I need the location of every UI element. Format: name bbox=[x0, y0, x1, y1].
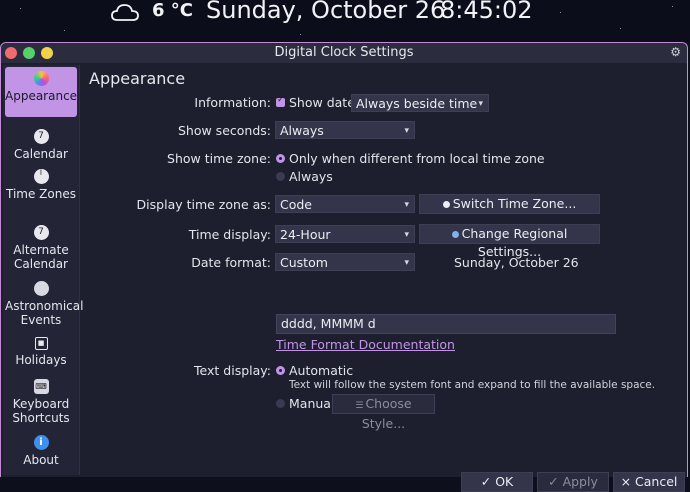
information-label: Information: bbox=[194, 95, 271, 110]
sidebar-item-label: About bbox=[23, 453, 59, 467]
settings-window: Digital Clock Settings ⚙ Appearance 7 Ca… bbox=[0, 42, 688, 492]
star bbox=[64, 30, 65, 31]
sidebar-item-time-zones[interactable]: ╵ Time Zones bbox=[5, 169, 77, 201]
temperature: 6 °C bbox=[152, 0, 194, 21]
ok-button[interactable]: ✓ OK bbox=[461, 472, 533, 492]
show-time-zone-label: Show time zone: bbox=[167, 151, 271, 166]
desktop-time: 8:45:02 bbox=[440, 0, 533, 24]
sidebar-item-label: Calendar bbox=[14, 147, 68, 161]
date-format-input[interactable]: dddd, MMMM d bbox=[276, 314, 616, 334]
time-display-value: 24-Hour bbox=[280, 227, 331, 242]
chevron-down-icon: ▾ bbox=[404, 230, 409, 240]
time-format-documentation-link[interactable]: Time Format Documentation bbox=[276, 337, 455, 352]
sidebar-item-calendar[interactable]: 7 Calendar bbox=[5, 129, 77, 161]
time-zone-different-label: Only when different from local time zone bbox=[289, 151, 545, 166]
style-icon: ☰ bbox=[355, 401, 364, 411]
regional-settings-icon bbox=[451, 231, 459, 238]
star bbox=[620, 28, 621, 29]
time-zone-always-label: Always bbox=[289, 169, 333, 184]
star bbox=[20, 8, 21, 9]
star bbox=[560, 12, 561, 13]
globe-icon bbox=[442, 201, 450, 208]
time-zone-different-radio[interactable] bbox=[276, 154, 285, 163]
window-title: Digital Clock Settings bbox=[274, 45, 414, 60]
date-position-value: Always beside time bbox=[356, 96, 478, 111]
sidebar-item-label: Astronomical Events bbox=[5, 299, 84, 327]
chevron-down-icon: ▾ bbox=[478, 99, 483, 109]
sidebar-item-label: Keyboard Shortcuts bbox=[12, 397, 70, 425]
text-display-automatic-radio[interactable] bbox=[276, 366, 285, 375]
calendar-icon: 7 bbox=[33, 129, 49, 144]
text-display-label: Text display: bbox=[194, 363, 271, 378]
text-display-automatic-label: Automatic bbox=[289, 363, 354, 378]
cancel-button[interactable]: × Cancel bbox=[613, 472, 685, 492]
appearance-icon bbox=[33, 71, 49, 86]
chevron-down-icon: ▾ bbox=[404, 200, 409, 210]
desktop-date: Sunday, October 26 bbox=[206, 0, 446, 24]
sidebar-item-label: Alternate Calendar bbox=[13, 243, 69, 271]
chevron-down-icon: ▾ bbox=[404, 258, 409, 268]
date-position-select[interactable]: Always beside time ▾ bbox=[351, 94, 489, 112]
switch-time-zone-label: Switch Time Zone... bbox=[452, 196, 577, 211]
page-title: Appearance bbox=[89, 69, 186, 88]
apply-label: ✓ Apply bbox=[548, 474, 598, 489]
time-zone-format-value: Code bbox=[280, 197, 313, 212]
gear-icon[interactable]: ⚙ bbox=[670, 45, 681, 59]
date-format-string: dddd, MMMM d bbox=[281, 316, 376, 331]
keyboard-icon: ⌨ bbox=[33, 379, 49, 394]
cancel-label: × Cancel bbox=[620, 474, 678, 489]
date-format-select[interactable]: Custom ▾ bbox=[275, 253, 415, 271]
text-display-manual-label: Manual bbox=[289, 396, 335, 411]
sidebar-item-astronomical-events[interactable]: Astronomical Events bbox=[5, 281, 83, 327]
info-icon: i bbox=[33, 435, 49, 450]
date-format-preview: Sunday, October 26 bbox=[454, 255, 579, 270]
show-date-checkbox[interactable] bbox=[276, 95, 285, 107]
calendar-icon: 7 bbox=[33, 225, 49, 240]
choose-style-label: Choose Style... bbox=[361, 396, 412, 431]
holidays-icon: ■ bbox=[34, 337, 48, 350]
text-display-manual-radio[interactable] bbox=[276, 399, 285, 408]
choose-style-button[interactable]: ☰ Choose Style... bbox=[332, 394, 435, 431]
show-seconds-label: Show seconds: bbox=[177, 123, 271, 138]
change-regional-settings-button[interactable]: Change Regional Settings... bbox=[419, 224, 600, 259]
apply-button[interactable]: ✓ Apply bbox=[537, 472, 609, 492]
sidebar-item-label: Holidays bbox=[15, 353, 67, 367]
ok-label: ✓ OK bbox=[480, 474, 514, 489]
star bbox=[672, 6, 673, 7]
time-display-label: Time display: bbox=[188, 227, 271, 242]
clock-icon: ╵ bbox=[33, 169, 49, 184]
sidebar-item-alternate-calendar[interactable]: 7 Alternate Calendar bbox=[5, 225, 77, 271]
show-seconds-value: Always bbox=[280, 123, 324, 138]
time-display-select[interactable]: 24-Hour ▾ bbox=[275, 225, 415, 243]
sidebar-item-about[interactable]: i About bbox=[5, 435, 77, 467]
sidebar-item-label: Appearance bbox=[5, 89, 78, 103]
show-seconds-select[interactable]: Always ▾ bbox=[275, 121, 415, 139]
title-bar[interactable]: Digital Clock Settings ⚙ bbox=[1, 43, 687, 63]
switch-time-zone-button[interactable]: Switch Time Zone... bbox=[419, 194, 600, 214]
automatic-hint: Text will follow the system font and exp… bbox=[289, 379, 656, 391]
date-format-label: Date format: bbox=[191, 255, 271, 270]
sidebar-item-appearance[interactable]: Appearance bbox=[5, 67, 77, 117]
star bbox=[300, 34, 301, 35]
moon-icon bbox=[33, 281, 49, 296]
settings-sidebar: Appearance 7 Calendar ╵ Time Zones 7 Alt… bbox=[3, 65, 83, 475]
show-date-label: Show date bbox=[289, 95, 355, 110]
chevron-down-icon: ▾ bbox=[404, 126, 409, 136]
display-time-zone-label: Display time zone as: bbox=[136, 197, 271, 212]
desktop-clock-bar: 6 °C Sunday, October 26 8:45:02 bbox=[0, 0, 690, 42]
sidebar-item-keyboard-shortcuts[interactable]: ⌨ Keyboard Shortcuts bbox=[5, 379, 77, 425]
date-format-value: Custom bbox=[280, 255, 328, 270]
sidebar-item-label: Time Zones bbox=[6, 187, 76, 201]
cloud-icon bbox=[111, 4, 139, 21]
sidebar-item-holidays[interactable]: ■ Holidays bbox=[5, 337, 77, 367]
appearance-page: Appearance Information: Show date Always… bbox=[85, 65, 685, 492]
time-zone-always-radio[interactable] bbox=[276, 172, 285, 181]
time-zone-format-select[interactable]: Code ▾ bbox=[275, 195, 415, 213]
